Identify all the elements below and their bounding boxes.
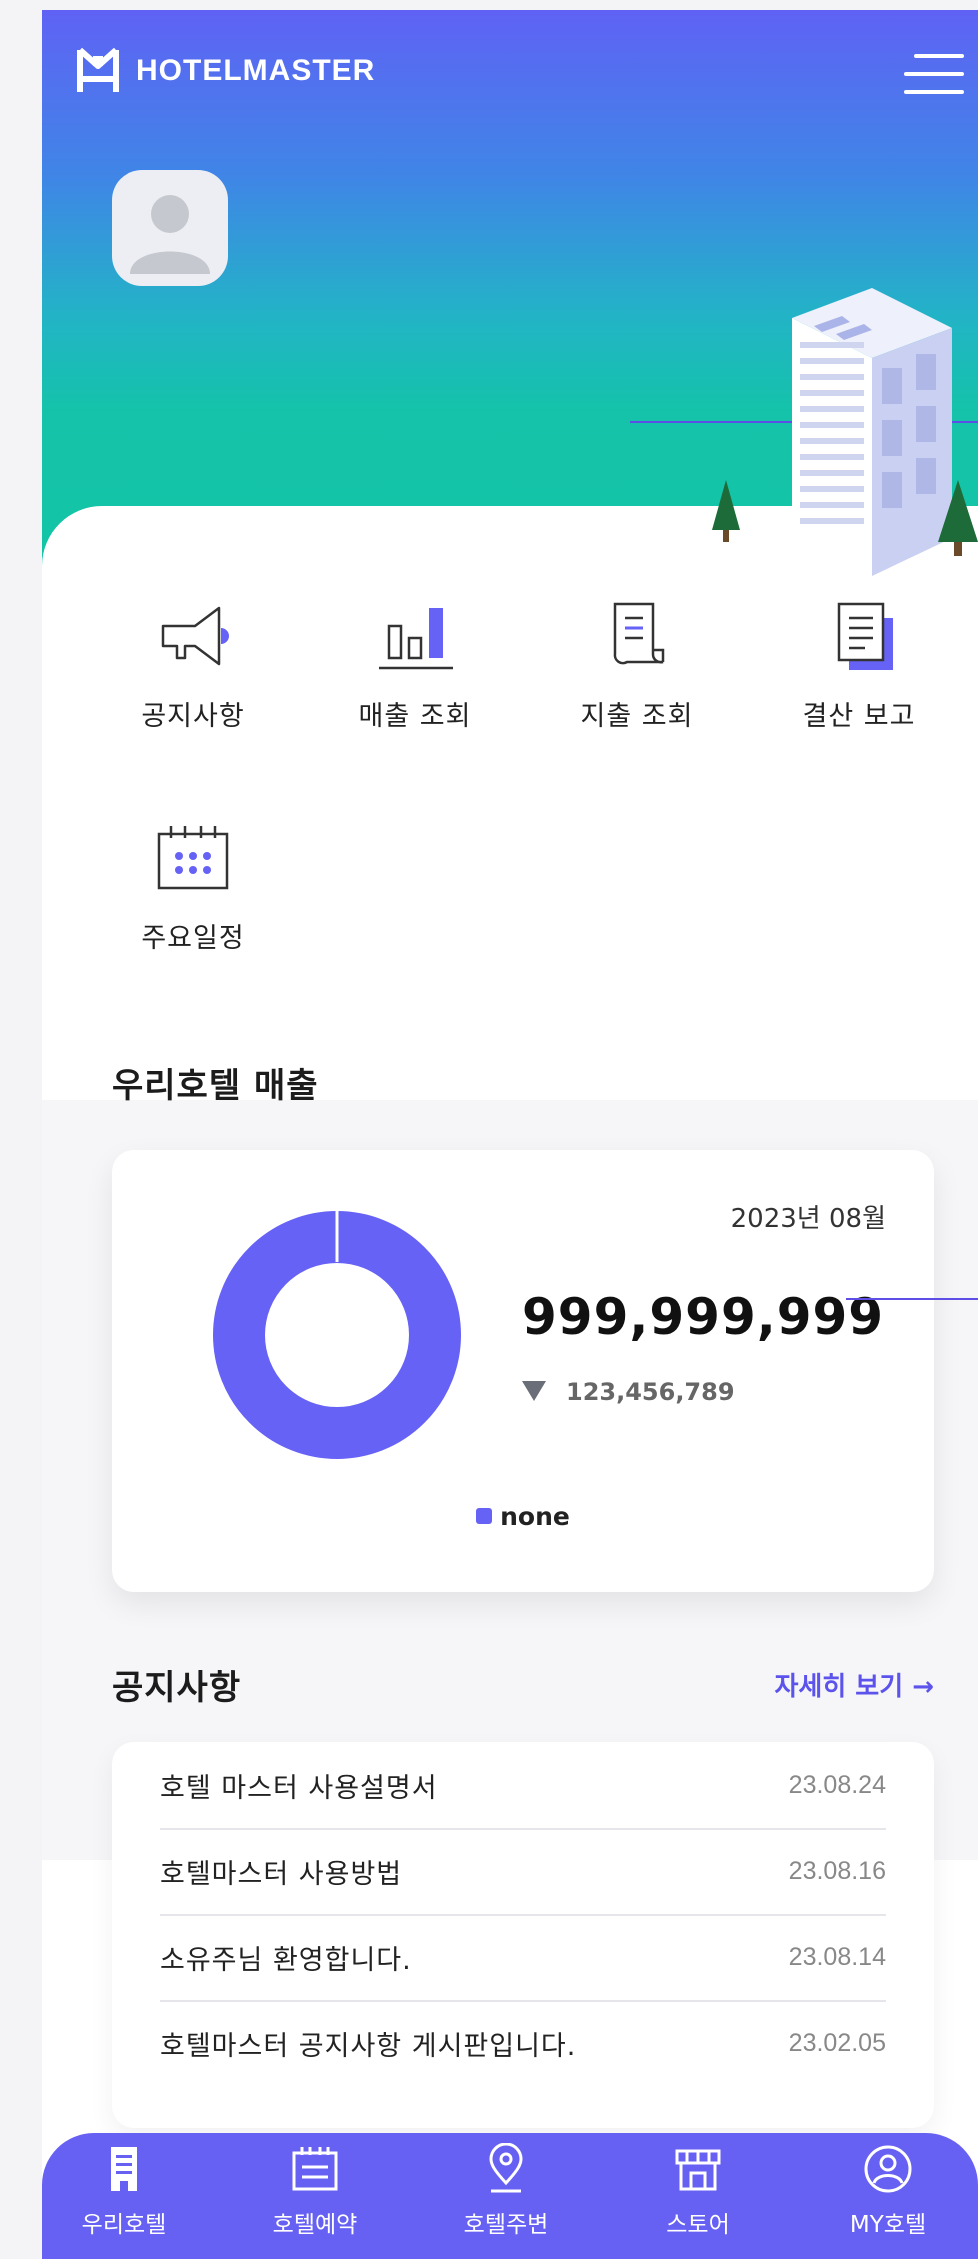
notice-item-title: 호텔마스터 공지사항 게시판입니다.: [160, 2030, 577, 2062]
tab-label: MY호텔: [849, 2212, 927, 2238]
quick-menu-settlement[interactable]: 결산 보고: [748, 596, 970, 733]
notice-item-date: 23.08.24: [788, 1770, 886, 1799]
quick-menu-expense[interactable]: 지출 조회: [526, 596, 748, 733]
notice-item[interactable]: 호텔마스터 공지사항 게시판입니다. 23.02.05: [160, 2000, 886, 2086]
tab-label: 호텔주변: [463, 2212, 549, 2238]
brand[interactable]: HOTELMASTER: [76, 46, 375, 96]
sales-section-title: 우리호텔 매출: [112, 1066, 319, 1106]
calendar-icon: [292, 2147, 338, 2191]
legend-label: none: [500, 1502, 570, 1531]
notice-item[interactable]: 호텔 마스터 사용설명서 23.08.24: [160, 1742, 886, 1828]
brand-name: HOTELMASTER: [136, 54, 376, 87]
amount-indicator-line: [846, 1298, 978, 1300]
legend-swatch: [476, 1508, 493, 1524]
bar-chart-icon: [379, 608, 453, 670]
chart-legend: none: [112, 1502, 934, 1531]
notice-item-date: 23.08.16: [788, 1856, 886, 1885]
notice-list: 호텔 마스터 사용설명서 23.08.24 호텔마스터 사용방법 23.08.1…: [112, 1742, 934, 2128]
notice-item-title: 호텔 마스터 사용설명서: [160, 1772, 438, 1804]
avatar[interactable]: [112, 170, 228, 286]
sales-difference: 123,456,789: [522, 1378, 735, 1406]
tab-store[interactable]: 스토어: [618, 2143, 778, 2239]
tab-nearby[interactable]: 호텔주변: [426, 2142, 586, 2239]
bottom-tab-bar: 우리호텔 호텔예약 호텔주변 스토어 MY호텔: [42, 2133, 978, 2259]
tab-label: 스토어: [666, 2212, 730, 2238]
tab-label: 호텔예약: [272, 2212, 358, 2238]
sales-difference-value: 123,456,789: [566, 1378, 735, 1406]
quick-menu-label: 결산 보고: [802, 701, 916, 732]
notice-item[interactable]: 소유주님 환영합니다. 23.08.14: [160, 1914, 886, 2000]
notice-item-date: 23.02.05: [788, 2028, 886, 2057]
user-circle-icon: [864, 2145, 912, 2193]
quick-menu-label: 공지사항: [141, 701, 245, 732]
quick-menu-schedule[interactable]: 주요일정: [82, 818, 304, 955]
tab-reservation[interactable]: 호텔예약: [235, 2143, 395, 2239]
location-pin-icon: [489, 2142, 523, 2193]
tab-label: 우리호텔: [81, 2212, 167, 2238]
quick-menu-notice[interactable]: 공지사항: [82, 596, 304, 733]
notice-section-title: 공지사항: [112, 1668, 242, 1708]
calendar-icon: [157, 826, 229, 890]
app: HOTELMASTER 공지사항 매출 조회 지출 조회 결산 보고 주요일정 …: [42, 10, 978, 2259]
building-icon: [111, 2147, 137, 2191]
sales-donut-chart: [213, 1210, 461, 1459]
sales-period: 2023년 08월: [730, 1204, 886, 1234]
user-avatar-icon: [130, 195, 210, 274]
sales-card[interactable]: 2023년 08월 999,999,999 123,456,789 none: [112, 1150, 934, 1592]
notice-item-date: 23.08.14: [788, 1942, 886, 1971]
hamburger-menu-icon[interactable]: [904, 54, 964, 96]
notice-item[interactable]: 호텔마스터 사용방법 23.08.16: [160, 1828, 886, 1914]
notice-more-link[interactable]: 자세히 보기 →: [775, 1666, 935, 1703]
quick-menu-label: 매출 조회: [358, 701, 472, 732]
megaphone-icon: [161, 606, 229, 666]
sales-amount: 999,999,999: [522, 1288, 885, 1346]
donut-slice-none: [213, 1211, 461, 1459]
quick-menu-label: 주요일정: [141, 923, 245, 954]
document-icon: [837, 602, 893, 670]
down-triangle-icon: [522, 1381, 546, 1401]
tab-our-hotel[interactable]: 우리호텔: [44, 2143, 204, 2239]
quick-menu-label: 지출 조회: [580, 701, 694, 732]
receipt-icon: [613, 602, 665, 665]
hotel-building-illustration: [712, 288, 978, 576]
notice-item-title: 호텔마스터 사용방법: [160, 1858, 403, 1890]
tab-my-hotel[interactable]: MY호텔: [808, 2143, 968, 2239]
store-icon: [675, 2149, 721, 2191]
notice-item-title: 소유주님 환영합니다.: [160, 1944, 412, 1976]
quick-menu-sales[interactable]: 매출 조회: [304, 596, 526, 733]
hotel-logo-icon: [77, 47, 119, 92]
